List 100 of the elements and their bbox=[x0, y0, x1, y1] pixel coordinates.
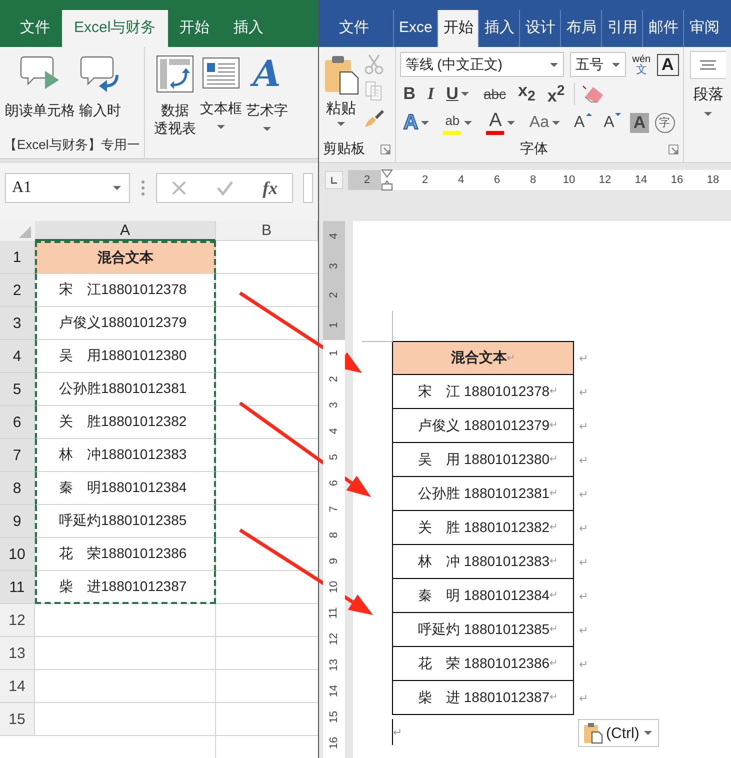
ribbon-tab[interactable]: 文件 bbox=[323, 10, 393, 47]
ruler-number: 2 bbox=[420, 174, 430, 186]
crop-mark bbox=[362, 311, 393, 342]
clipboard-icon bbox=[583, 722, 603, 744]
paragraph-mark: ↵ bbox=[579, 692, 588, 704]
ruler-number: 4 bbox=[456, 174, 466, 186]
row-header[interactable]: 9 bbox=[0, 505, 35, 538]
ruler-number: 8 bbox=[328, 532, 340, 538]
format-button[interactable]: U bbox=[443, 84, 474, 104]
ribbon-button[interactable]: A 艺术字 bbox=[244, 53, 289, 133]
row-header[interactable]: 3 bbox=[0, 307, 35, 340]
column-header[interactable]: A bbox=[35, 221, 216, 241]
format-button[interactable]: Aa bbox=[526, 113, 565, 133]
ruler-number: 8 bbox=[528, 174, 538, 186]
table-cell[interactable]: 关 胜18801012382 bbox=[35, 406, 216, 439]
column-header[interactable]: B bbox=[216, 221, 318, 241]
dialog-launcher-icon[interactable] bbox=[668, 144, 679, 155]
row-header[interactable]: 14 bbox=[0, 670, 35, 703]
caret-icon bbox=[704, 112, 712, 116]
paragraph-button[interactable]: 段落 bbox=[693, 85, 724, 116]
row-header[interactable]: 6 bbox=[0, 406, 35, 439]
phonetic-guide-button[interactable]: wén 文 bbox=[632, 54, 651, 75]
ruler-number: 16 bbox=[328, 736, 340, 750]
format-button[interactable]: abc bbox=[480, 84, 510, 104]
table-cell[interactable]: 柴 进18801012387 bbox=[35, 571, 216, 604]
formula-input-field[interactable] bbox=[303, 173, 313, 203]
ribbon-button[interactable]: 输入时 bbox=[78, 53, 122, 121]
pivot-table-icon bbox=[156, 55, 194, 93]
character-border-button[interactable]: A bbox=[656, 54, 679, 76]
speech-bubble-icon bbox=[79, 55, 121, 93]
group-label: 字体 bbox=[520, 140, 548, 158]
ruler-number: 15 bbox=[328, 710, 340, 724]
row-header[interactable]: 10 bbox=[0, 538, 35, 571]
group-label: 【Excel与财务】专用一 bbox=[4, 136, 140, 154]
format-button[interactable]: A bbox=[571, 113, 595, 133]
table-cell[interactable]: 卢俊义18801012379 bbox=[35, 307, 216, 340]
ruler-number: 1 bbox=[328, 322, 340, 328]
ribbon-tab[interactable]: 开始 bbox=[168, 10, 222, 47]
cancel-icon[interactable] bbox=[171, 180, 188, 196]
tab-selector-icon[interactable] bbox=[325, 168, 343, 192]
vertical-ruler[interactable]: 4 3 2 1 1 2 3 4 5 6 7 8 9 10 11 12 13 14 15 16 bbox=[323, 221, 345, 758]
format-button[interactable]: ab bbox=[440, 111, 478, 135]
row-header[interactable]: 1 bbox=[0, 241, 35, 274]
align-icon[interactable] bbox=[690, 51, 726, 79]
ruler-number: 11 bbox=[328, 607, 340, 619]
brush-icon[interactable] bbox=[363, 107, 385, 129]
row-header[interactable]: 7 bbox=[0, 439, 35, 472]
table-cell[interactable]: 秦 明18801012384 bbox=[35, 472, 216, 505]
caret-icon bbox=[337, 122, 345, 126]
ribbon-button[interactable]: 文本框 bbox=[198, 53, 243, 131]
table-cell[interactable]: 花 荣18801012386 bbox=[35, 538, 216, 571]
ruler-number: 14 bbox=[634, 174, 648, 186]
ribbon-button[interactable]: 朗读单元格 bbox=[4, 53, 76, 121]
ruler-number: 18 bbox=[706, 174, 720, 186]
paragraph-mark: ↵ bbox=[393, 726, 402, 738]
format-button[interactable]: x$^{2}$ bbox=[544, 80, 568, 107]
format-button[interactable]: 字 bbox=[654, 113, 675, 133]
paste-options-button[interactable]: (Ctrl) bbox=[578, 719, 660, 747]
row-header[interactable]: 2 bbox=[0, 274, 35, 307]
dialog-launcher-icon[interactable] bbox=[380, 144, 392, 154]
format-button[interactable]: x$_{2}$ bbox=[515, 81, 538, 106]
indent-marker-icon[interactable] bbox=[381, 169, 393, 191]
more-icon bbox=[140, 180, 146, 196]
paragraph-mark: ↵ bbox=[579, 556, 588, 568]
select-all-icon[interactable] bbox=[0, 221, 35, 241]
row-header[interactable]: 4 bbox=[0, 340, 35, 373]
eraser-icon[interactable] bbox=[580, 82, 605, 105]
font-name-dropdown[interactable]: 等线 (中文正文) bbox=[400, 52, 564, 78]
table-cell[interactable]: 公孙胜18801012381 bbox=[35, 373, 216, 406]
ribbon-tab[interactable]: 插入 bbox=[222, 10, 276, 47]
table-cell[interactable]: 林 冲18801012383 bbox=[35, 439, 216, 472]
ruler-number: 16 bbox=[670, 174, 684, 186]
horizontal-ruler[interactable]: 2 2 4 6 8 10 12 14 16 18 bbox=[348, 170, 731, 190]
format-button[interactable]: I bbox=[424, 84, 438, 104]
table-cell[interactable]: 吴 用18801012380 bbox=[35, 340, 216, 373]
paragraph-mark: ↵ bbox=[579, 658, 588, 670]
format-button[interactable]: A bbox=[630, 113, 649, 133]
ribbon-tab[interactable]: 文件 bbox=[8, 10, 62, 47]
ribbon-tab[interactable]: Excel与财务 bbox=[62, 10, 168, 47]
row-header[interactable]: 13 bbox=[0, 637, 35, 670]
paste-button[interactable]: 粘贴 bbox=[323, 51, 359, 138]
table-cell[interactable]: 呼延灼18801012385 bbox=[35, 505, 216, 538]
format-button[interactable]: B bbox=[400, 84, 419, 104]
font-size-dropdown[interactable]: 五号 bbox=[570, 52, 626, 78]
name-box[interactable]: A1 bbox=[5, 173, 130, 203]
row-header[interactable]: 5 bbox=[0, 373, 35, 406]
format-button[interactable]: A bbox=[600, 113, 624, 133]
row-header[interactable]: 15 bbox=[0, 703, 35, 736]
ribbon-tab[interactable]: 开始 bbox=[437, 10, 478, 47]
table-cell[interactable]: 宋 江18801012378 bbox=[35, 274, 216, 307]
check-icon[interactable] bbox=[216, 180, 234, 196]
ruler-number: 3 bbox=[328, 262, 340, 269]
row-header[interactable]: 12 bbox=[0, 604, 35, 637]
insert-function-button[interactable]: fx bbox=[262, 178, 278, 198]
ribbon-button[interactable]: 数据透视表 bbox=[152, 53, 197, 139]
row-header[interactable]: 11 bbox=[0, 571, 35, 604]
ruler-number: 2 bbox=[328, 292, 340, 298]
row-header[interactable]: 8 bbox=[0, 472, 35, 505]
header-cell[interactable]: 混合文本 bbox=[35, 241, 216, 274]
format-button[interactable]: A bbox=[483, 111, 520, 135]
